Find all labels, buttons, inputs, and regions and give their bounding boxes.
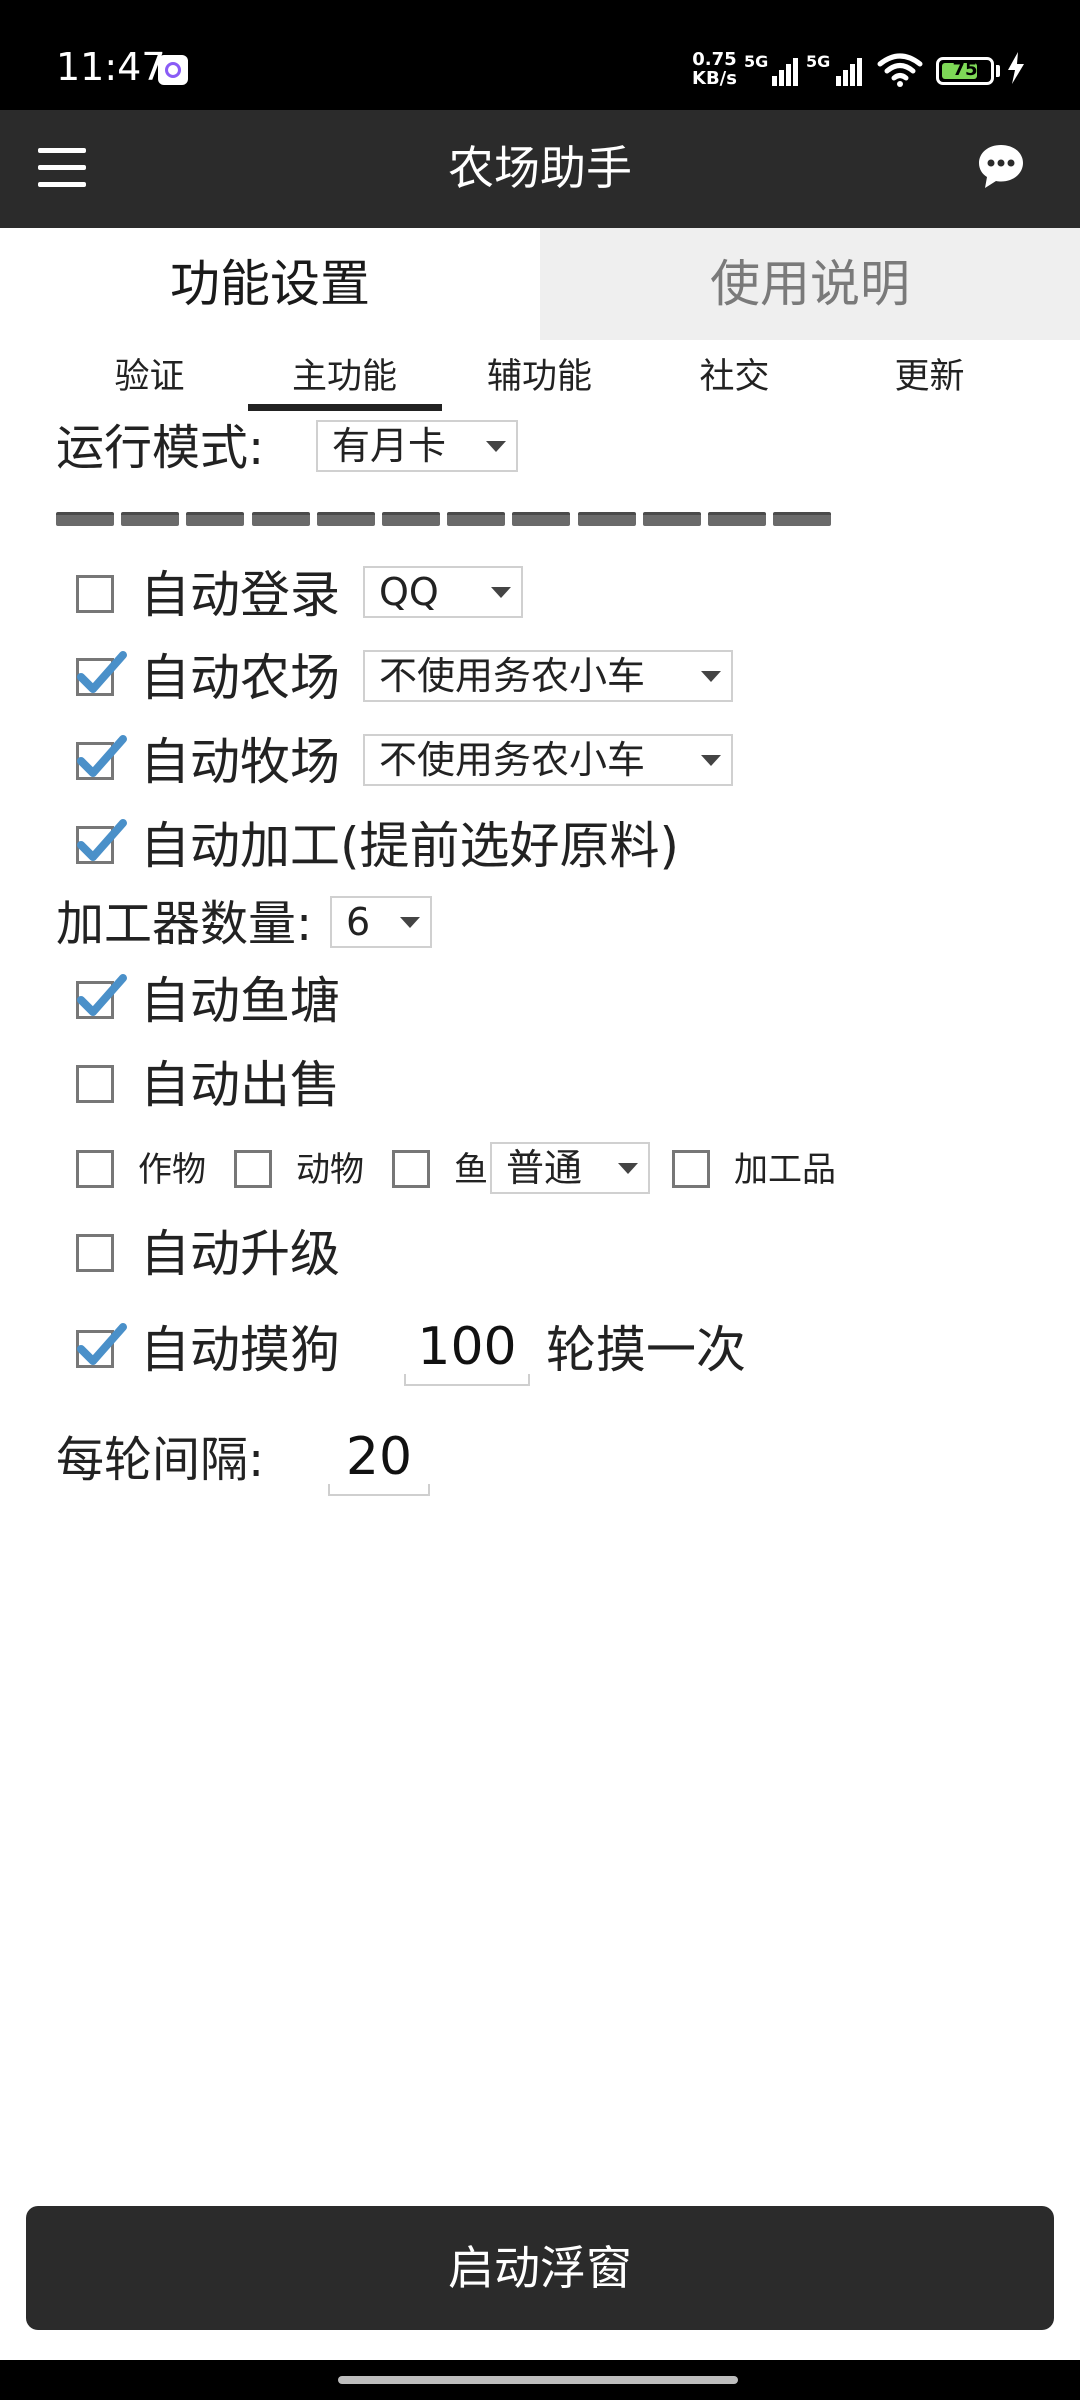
subtab-verify[interactable]: 验证	[52, 344, 247, 414]
tab-instructions[interactable]: 使用说明	[540, 228, 1080, 340]
auto-upgrade-label: 自动升级	[140, 1225, 340, 1283]
auto-fishpond-checkbox[interactable]	[76, 974, 127, 1019]
status-time: 11:47	[56, 45, 166, 89]
progress-segment	[577, 512, 636, 526]
tab-feature-settings[interactable]: 功能设置	[0, 228, 540, 340]
sell-fish-checkbox[interactable]	[392, 1150, 430, 1188]
progress-segment	[186, 512, 245, 526]
auto-sell-label: 自动出售	[140, 1056, 340, 1114]
subtab-aux-function[interactable]: 辅功能	[442, 344, 637, 414]
auto-upgrade-checkbox[interactable]	[76, 1234, 114, 1272]
auto-farm-label: 自动农场	[140, 649, 340, 707]
progress-segment	[56, 512, 114, 526]
auto-process-checkbox[interactable]	[76, 819, 127, 864]
subtab-social[interactable]: 社交	[637, 344, 832, 414]
navigation-bar	[0, 2360, 1080, 2400]
auto-sell-checkbox[interactable]	[76, 1065, 114, 1103]
auto-ranch-label: 自动牧场	[140, 733, 340, 791]
auto-pet-dog-checkbox[interactable]	[76, 1323, 127, 1368]
chevron-down-icon	[701, 755, 721, 766]
progress-segment	[773, 512, 832, 526]
run-mode-select[interactable]: 有月卡	[316, 420, 518, 472]
login-type-select[interactable]: QQ	[363, 566, 523, 618]
signal-1-icon: 5G	[744, 52, 800, 86]
progress-segment	[642, 512, 701, 526]
progress-segment	[316, 512, 375, 526]
fish-quality-select[interactable]: 普通	[490, 1142, 650, 1194]
sell-processed-label: 加工品	[734, 1150, 836, 1190]
home-gesture-handle[interactable]	[338, 2376, 738, 2384]
progress-segment	[121, 512, 180, 526]
network-speed: 0.75 KB/s	[692, 49, 737, 89]
progress-segment	[382, 512, 440, 526]
wifi-icon	[877, 53, 923, 87]
auto-login-label: 自动登录	[140, 566, 340, 624]
sell-crops-checkbox[interactable]	[76, 1150, 114, 1188]
progress-segment	[512, 512, 571, 526]
app-bar: 农场助手	[0, 110, 1080, 228]
auto-farm-checkbox[interactable]	[76, 651, 127, 696]
processor-count-label: 加工器数量:	[56, 896, 313, 952]
checkmark-icon	[77, 974, 127, 1016]
ranch-cart-select[interactable]: 不使用务农小车	[363, 734, 733, 786]
run-mode-label: 运行模式:	[56, 420, 265, 476]
status-bar: 11:47 0.75 KB/s 5G 5G 75	[0, 0, 1080, 110]
interval-input[interactable]: 20	[328, 1424, 430, 1496]
progress-segment	[447, 512, 506, 526]
checkmark-icon	[77, 735, 127, 777]
app-title: 农场助手	[448, 141, 632, 195]
farm-cart-select[interactable]: 不使用务农小车	[363, 650, 733, 702]
chevron-down-icon	[701, 671, 721, 682]
progress-segment	[708, 512, 766, 526]
auto-pet-dog-label: 自动摸狗	[140, 1321, 340, 1379]
subtab-update[interactable]: 更新	[832, 344, 1027, 414]
notification-app-icon	[158, 55, 188, 85]
auto-login-checkbox[interactable]	[76, 575, 114, 613]
chevron-down-icon	[491, 587, 511, 598]
battery-icon: 75	[936, 57, 994, 85]
sell-animals-label: 动物	[296, 1150, 364, 1190]
chat-icon[interactable]	[976, 142, 1026, 192]
auto-ranch-checkbox[interactable]	[76, 735, 127, 780]
chevron-down-icon	[400, 917, 420, 928]
sell-processed-checkbox[interactable]	[672, 1150, 710, 1188]
chevron-down-icon	[486, 441, 506, 452]
processor-count-select[interactable]: 6	[330, 896, 432, 948]
pet-dog-rounds-input[interactable]: 100	[404, 1314, 530, 1386]
sell-crops-label: 作物	[138, 1150, 206, 1190]
start-floating-window-button[interactable]: 启动浮窗	[26, 2206, 1054, 2330]
checkmark-icon	[77, 819, 127, 861]
checkmark-icon	[77, 1323, 127, 1365]
progress-segment	[251, 512, 310, 526]
signal-2-icon: 5G	[806, 52, 866, 86]
pet-dog-suffix-label: 轮摸一次	[546, 1321, 746, 1379]
chevron-down-icon	[618, 1163, 638, 1174]
checkmark-icon	[77, 651, 127, 693]
charging-icon	[1008, 52, 1024, 84]
subtab-active-indicator	[248, 404, 442, 411]
sell-animals-checkbox[interactable]	[234, 1150, 272, 1188]
auto-fishpond-label: 自动鱼塘	[140, 972, 340, 1030]
interval-label: 每轮间隔:	[56, 1432, 265, 1488]
auto-process-label: 自动加工(提前选好原料)	[140, 817, 680, 875]
sell-fish-label: 鱼	[454, 1150, 488, 1190]
